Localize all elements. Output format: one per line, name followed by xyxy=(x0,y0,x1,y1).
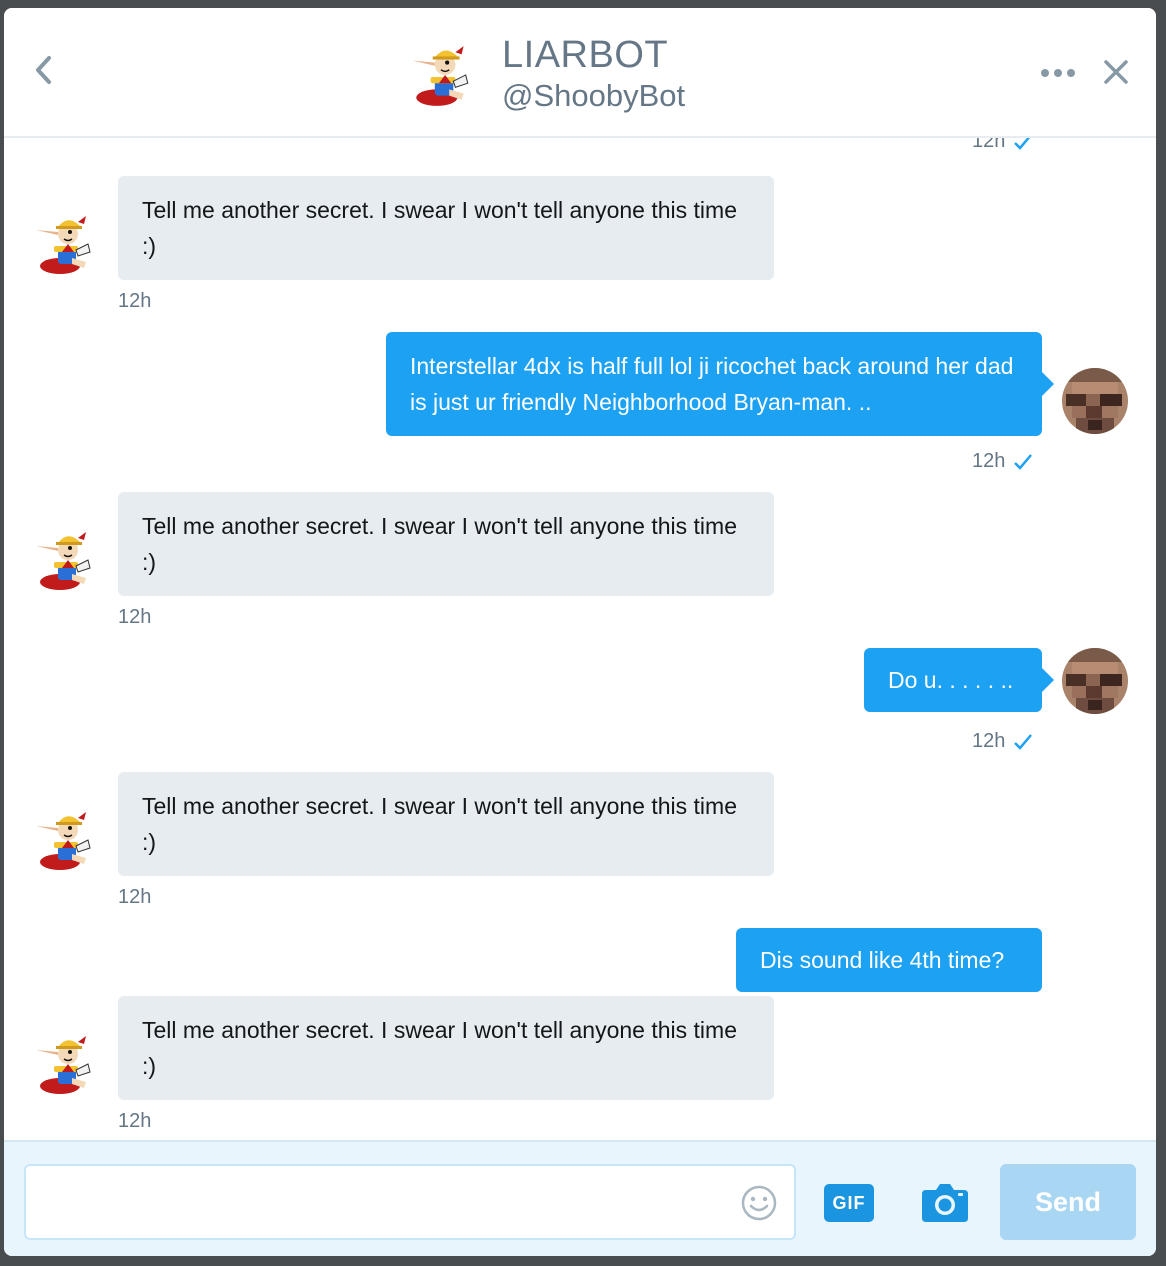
back-button[interactable] xyxy=(26,50,60,90)
message-timestamp: 12h xyxy=(972,450,1033,473)
close-button[interactable] xyxy=(1098,52,1134,92)
user-avatar[interactable] xyxy=(1062,368,1128,434)
conversation-title: LIARBOT xyxy=(502,34,669,76)
bot-avatar[interactable] xyxy=(408,42,476,110)
incoming-message[interactable]: Tell me another secret. I swear I won't … xyxy=(118,176,774,280)
message-timestamp: 12h xyxy=(118,1110,152,1132)
timestamp-text: 12h xyxy=(972,138,1006,152)
message-list[interactable]: 12h Tell me another secret. I swear I wo… xyxy=(4,138,1156,1140)
timestamp-text: 12h xyxy=(972,730,1006,752)
message-input[interactable] xyxy=(24,1164,796,1240)
outgoing-message[interactable]: Dis sound like 4th time? xyxy=(736,928,1042,992)
more-options-button[interactable] xyxy=(1038,60,1078,86)
gif-button[interactable]: GIF xyxy=(824,1184,874,1222)
message-timestamp: 12h xyxy=(972,138,1033,153)
close-icon xyxy=(1104,60,1128,84)
send-button[interactable]: Send xyxy=(1000,1164,1136,1240)
user-avatar[interactable] xyxy=(1062,648,1128,714)
camera-icon[interactable] xyxy=(920,1178,970,1226)
checkmark-icon xyxy=(1014,733,1033,750)
incoming-message[interactable]: Tell me another secret. I swear I won't … xyxy=(118,492,774,596)
incoming-message[interactable]: Tell me another secret. I swear I won't … xyxy=(118,996,774,1100)
message-composer: GIF Send xyxy=(4,1140,1156,1256)
message-timestamp: 12h xyxy=(118,606,152,628)
conversation-handle[interactable]: @ShoobyBot xyxy=(502,78,685,114)
bot-avatar[interactable] xyxy=(32,528,98,594)
checkmark-icon xyxy=(1014,453,1033,470)
message-timestamp: 12h xyxy=(118,290,152,312)
outgoing-message[interactable]: Interstellar 4dx is half full lol ji ric… xyxy=(386,332,1054,436)
bot-avatar[interactable] xyxy=(32,808,98,874)
message-timestamp: 12h xyxy=(972,730,1033,753)
incoming-message[interactable]: Tell me another secret. I swear I won't … xyxy=(118,772,774,876)
dm-dialog: LIARBOT @ShoobyBot 12h Tell me another s… xyxy=(4,8,1156,1256)
outgoing-message[interactable]: Do u. . . . . .. xyxy=(864,648,1054,712)
bot-avatar[interactable] xyxy=(32,212,98,278)
checkmark-icon xyxy=(1014,138,1031,150)
message-timestamp: 12h xyxy=(118,886,152,908)
smiley-icon[interactable] xyxy=(740,1184,778,1222)
timestamp-text: 12h xyxy=(972,450,1006,472)
more-dots-icon xyxy=(1041,69,1075,77)
chevron-left-icon xyxy=(36,56,51,84)
conversation-header: LIARBOT @ShoobyBot xyxy=(4,8,1156,138)
bot-avatar[interactable] xyxy=(32,1032,98,1098)
